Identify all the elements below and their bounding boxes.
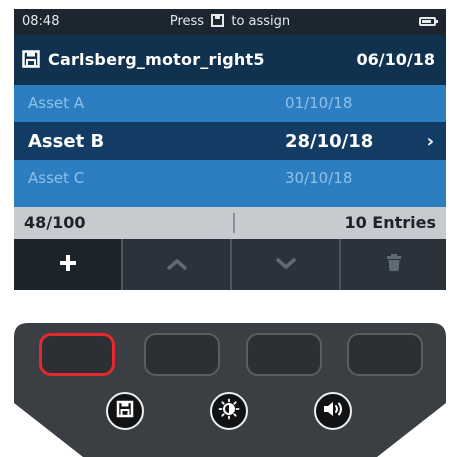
move-down-button[interactable] [232, 239, 339, 290]
volume-button[interactable] [314, 392, 352, 430]
trash-icon [386, 253, 402, 276]
asset-date: 30/10/18 [285, 169, 353, 187]
softkey-2-hardware-button[interactable] [144, 333, 220, 376]
delete-button[interactable] [341, 239, 446, 290]
softkey-4-hardware-button[interactable] [347, 333, 423, 376]
status-message-suffix: to assign [231, 14, 291, 29]
save-button[interactable] [106, 392, 144, 430]
asset-row-a[interactable]: Asset A 01/10/18 [14, 85, 446, 122]
plus-icon [59, 254, 77, 276]
save-icon [116, 400, 134, 422]
file-date: 06/10/18 [356, 50, 435, 69]
asset-date: 01/10/18 [285, 94, 353, 112]
asset-row-b[interactable]: Asset B 28/10/18 › [14, 122, 446, 160]
asset-name: Asset B [28, 131, 105, 152]
battery-icon [419, 17, 438, 26]
volume-icon [322, 400, 344, 422]
save-icon [211, 14, 225, 31]
brightness-icon [218, 398, 240, 424]
file-header: Carlsberg_motor_right5 06/10/18 [14, 35, 446, 85]
divider [233, 213, 235, 233]
info-bar: 48/100 10 Entries [14, 207, 446, 239]
entries-total: 10 Entries [344, 213, 436, 232]
brightness-button[interactable] [210, 392, 248, 430]
move-up-button[interactable] [123, 239, 230, 290]
save-icon [22, 50, 40, 72]
hardware-keypad [14, 323, 446, 457]
device-screen: 08:48 Press to assign Carlsberg_motor_ri… [14, 9, 446, 290]
chevron-down-icon [275, 255, 296, 274]
chevron-right-icon: › [426, 131, 434, 152]
file-name: Carlsberg_motor_right5 [48, 50, 265, 69]
status-message: Press to assign [14, 14, 446, 31]
asset-name: Asset A [28, 94, 85, 112]
softkey-bar [14, 239, 446, 290]
softkey-1-hardware-button[interactable] [39, 333, 115, 376]
asset-date: 28/10/18 [285, 131, 374, 152]
asset-name: Asset C [28, 169, 85, 187]
entry-count: 48/100 [24, 213, 86, 232]
status-bar: 08:48 Press to assign [14, 9, 446, 35]
status-message-prefix: Press [169, 14, 205, 29]
chevron-up-icon [166, 255, 187, 274]
softkey-3-hardware-button[interactable] [246, 333, 322, 376]
add-button[interactable] [14, 239, 121, 290]
asset-row-c[interactable]: Asset C 30/10/18 [14, 160, 446, 207]
